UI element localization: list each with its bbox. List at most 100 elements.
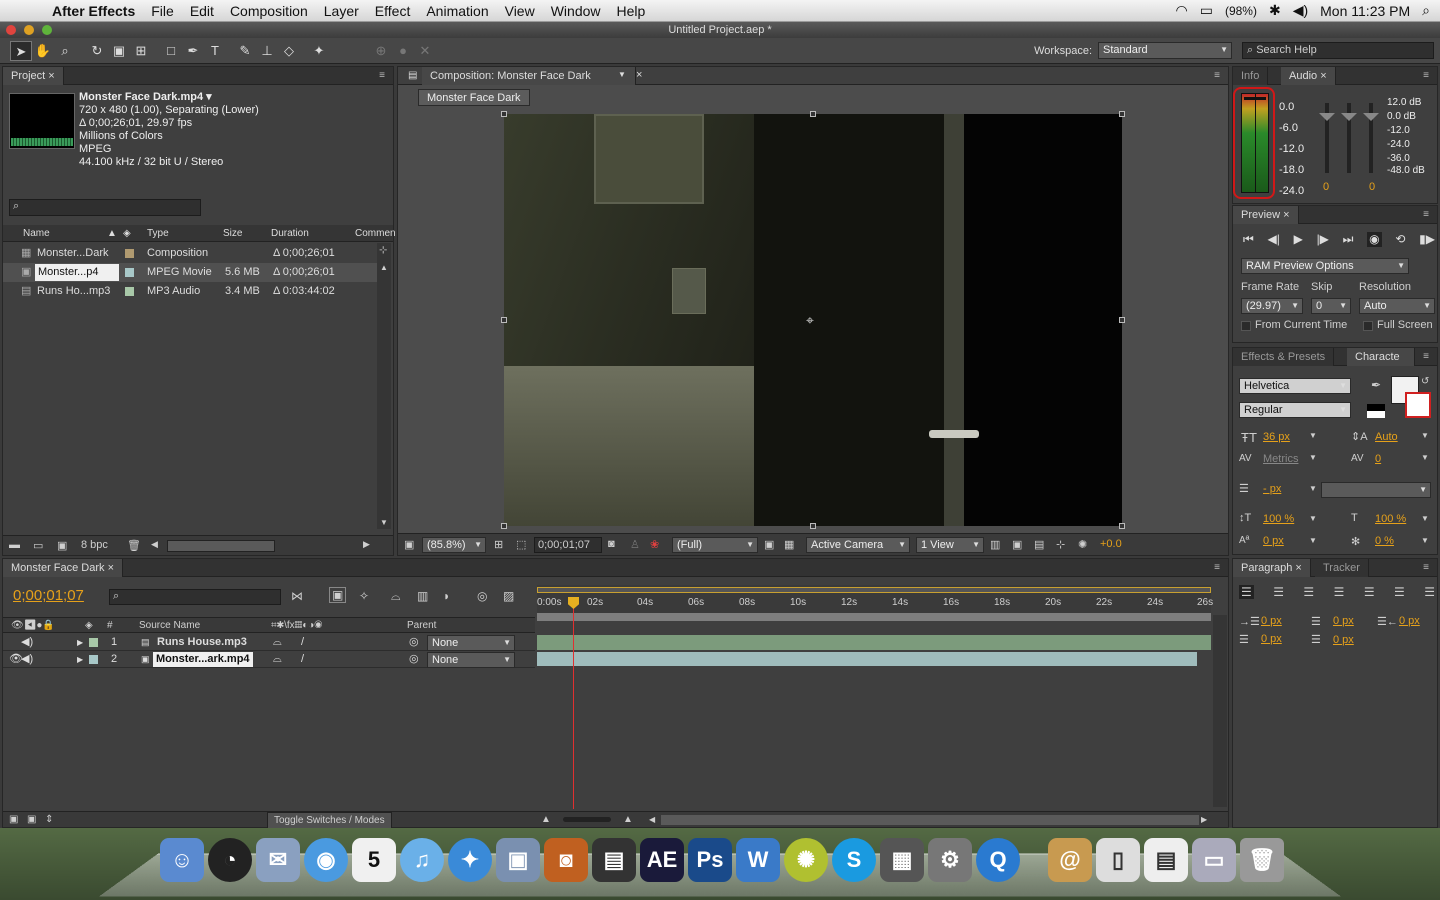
brainstorm-icon[interactable]: ◎ [477,589,487,603]
mail-icon[interactable]: ✉ [256,838,300,882]
menu-composition[interactable]: Composition [222,3,316,19]
spotlight-icon[interactable]: ⌕ [1422,2,1430,19]
full-screen-checkbox[interactable] [1363,321,1373,331]
tab-project[interactable]: Project × [3,67,64,85]
work-area-bar[interactable] [537,587,1211,593]
parent-dropdown[interactable]: None [427,652,515,668]
limewire-icon[interactable]: ✺ [784,838,828,882]
battery-percent[interactable]: (98%) [1225,4,1257,18]
justify-last-right-icon[interactable]: ☰ [1394,585,1405,599]
minimize-window-icon[interactable] [24,25,34,35]
table-row[interactable]: ▦ Monster...Dark Composition Δ 0;00;26;0… [3,244,377,263]
right-slider-value[interactable]: 0 [1369,181,1375,193]
view-axis-icon[interactable]: ✕ [414,41,436,61]
justify-last-left-icon[interactable]: ☰ [1334,585,1345,599]
zoom-in-icon[interactable]: ▲ [623,812,633,827]
table-row[interactable]: ▣ Monster...p4 MPEG Movie 5.6 MB Δ 0;00;… [3,263,377,282]
baseline-shift-dropdown-icon[interactable]: ▼ [1309,536,1317,545]
vertical-scale-dropdown-icon[interactable]: ▼ [1309,514,1317,523]
column-duration[interactable]: Duration [271,225,309,242]
menu-edit[interactable]: Edit [182,3,222,19]
dashboard-apps-icon[interactable]: ▦ [880,838,924,882]
hand-tool-icon[interactable]: ✋ [32,41,54,61]
flowchart-icon[interactable]: ⊹ [379,245,387,256]
eyedropper-icon[interactable]: ✒ [1371,378,1381,392]
quality-switch-icon[interactable]: / [301,651,304,668]
justify-last-center-icon[interactable]: ☰ [1364,585,1375,599]
align-center-icon[interactable]: ☰ [1273,585,1284,599]
horizontal-scale-value[interactable]: 100 % [1375,513,1406,525]
timeline-icon[interactable]: ▤ [1034,538,1044,551]
ram-preview-icon[interactable]: ▮▶ [1419,232,1435,247]
slider-thumb[interactable] [1319,113,1335,121]
selected-file-name[interactable]: Monster Face Dark.mp4 ▾ [79,91,259,104]
marker-track[interactable] [537,613,1211,621]
interpret-footage-icon[interactable]: ▬ [9,539,20,551]
live-update-icon[interactable]: ▣ [329,587,346,603]
space-before-value[interactable]: 0 px [1261,633,1282,645]
clock[interactable]: Mon 11:23 PM [1320,3,1410,19]
scroll-up-icon[interactable]: ▲ [380,263,388,272]
label-color-swatch[interactable] [125,287,134,296]
lock-icon[interactable]: ▤ [408,70,417,81]
motion-blur-icon[interactable]: ◗ [443,589,450,603]
toggle-transparency-icon[interactable]: ▦ [784,538,794,551]
kerning-dropdown-icon[interactable]: ▼ [1309,453,1317,462]
tab-timeline[interactable]: Monster Face Dark × [3,559,123,577]
font-size-dropdown-icon[interactable]: ▼ [1309,431,1317,440]
battery-icon[interactable]: ▭ [1200,2,1213,19]
puppet-pin-tool-icon[interactable]: ✦ [308,41,330,61]
timeline-vertical-scrollbar[interactable] [1213,615,1227,807]
panel-menu-icon[interactable]: ≡ [379,70,385,81]
baseline-shift-value[interactable]: 0 px [1263,535,1284,547]
comp-dropdown-icon[interactable]: ▼ [618,70,626,79]
justify-all-icon[interactable]: ☰ [1424,585,1435,599]
transform-handle[interactable] [501,317,507,323]
flowchart-view-icon[interactable]: ⊹ [1056,538,1065,551]
reset-exposure-icon[interactable]: ✺ [1078,538,1087,551]
column-type[interactable]: Type [147,225,169,242]
itunes-icon[interactable]: ♫ [400,838,444,882]
trash-icon[interactable]: 🗑 [1240,838,1284,882]
tracking-dropdown-icon[interactable]: ▼ [1421,453,1429,462]
project-search-input[interactable]: ⌕ [9,199,201,216]
panel-menu-icon[interactable]: ≡ [1423,209,1429,220]
panel-menu-icon[interactable]: ≡ [1214,562,1220,573]
resolution-dropdown[interactable]: (Full) [672,537,758,553]
tsume-dropdown-icon[interactable]: ▼ [1421,536,1429,545]
horizontal-scale-dropdown-icon[interactable]: ▼ [1421,514,1429,523]
space-after-value[interactable]: 0 px [1333,634,1354,646]
transform-handle[interactable] [810,523,816,529]
close-tab-icon[interactable]: × [636,69,642,81]
scroll-left-icon[interactable]: ◀ [649,812,655,827]
left-slider-value[interactable]: 0 [1323,181,1329,193]
audio-toggle-icon[interactable]: ◀) [21,634,33,651]
system-preferences-icon[interactable]: ⚙ [928,838,972,882]
torrent-icon[interactable]: ▤ [1144,838,1188,882]
previous-frame-icon[interactable]: ◀| [1268,232,1280,247]
type-tool-icon[interactable]: T [204,41,226,61]
active-camera-dropdown[interactable]: Active Camera [806,537,910,553]
leading-value[interactable]: Auto [1375,431,1398,443]
column-source-name[interactable]: Source Name [139,618,200,633]
tab-paragraph[interactable]: Paragraph × [1233,559,1311,577]
close-window-icon[interactable] [6,25,16,35]
view-layout-dropdown[interactable]: 1 View [916,537,984,553]
after-effects-icon[interactable]: AE [640,838,684,882]
menu-animation[interactable]: Animation [418,3,496,19]
menu-view[interactable]: View [497,3,543,19]
tab-effects-presets[interactable]: Effects & Presets [1233,348,1334,366]
world-axis-icon[interactable]: ● [392,41,414,61]
panel-menu-icon[interactable]: ≡ [1423,562,1429,573]
rotate-tool-icon[interactable]: ↻ [86,41,108,61]
quicktime-icon[interactable]: Q [976,838,1020,882]
comp-navigator-tab[interactable]: Monster Face Dark [418,89,530,106]
safari-icon[interactable]: ✦ [448,838,492,882]
indent-left-value[interactable]: 0 px [1261,615,1282,627]
color-depth-label[interactable]: 8 bpc [81,539,108,551]
brush-tool-icon[interactable]: ✎ [234,41,256,61]
scroll-down-icon[interactable]: ▼ [380,518,388,527]
slider-thumb[interactable] [1341,113,1357,121]
axis-mode-icon[interactable]: ⊕ [370,41,392,61]
column-size[interactable]: Size [223,225,242,242]
